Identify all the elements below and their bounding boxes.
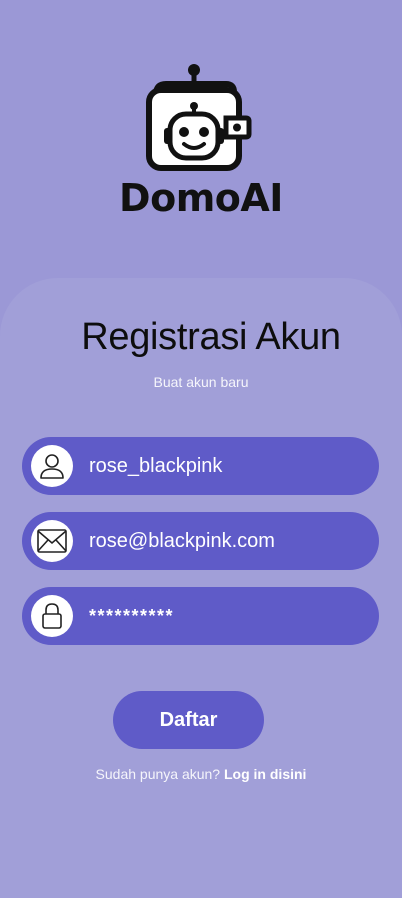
email-field[interactable]: rose@blackpink.com bbox=[22, 512, 379, 570]
email-value[interactable]: rose@blackpink.com bbox=[89, 530, 275, 553]
page-subtitle: Buat akun baru bbox=[153, 374, 249, 390]
lock-icon bbox=[31, 595, 73, 637]
register-button[interactable]: Daftar bbox=[113, 691, 264, 749]
robot-wallet-icon bbox=[146, 64, 252, 171]
app-name: DomoAI bbox=[119, 176, 283, 220]
login-prompt-text: Sudah punya akun? bbox=[95, 766, 221, 782]
page-title: Registrasi Akun bbox=[81, 316, 341, 358]
password-field[interactable]: ********** bbox=[22, 587, 379, 645]
username-field[interactable]: rose_blackpink bbox=[22, 437, 379, 495]
envelope-icon bbox=[31, 520, 73, 562]
app-logo: DomoAI bbox=[0, 62, 402, 220]
user-icon bbox=[31, 445, 73, 487]
username-value[interactable]: rose_blackpink bbox=[89, 455, 222, 478]
password-value[interactable]: ********** bbox=[89, 606, 174, 627]
login-prompt: Sudah punya akun? Log in disini bbox=[0, 766, 402, 782]
login-link[interactable]: Log in disini bbox=[224, 766, 306, 782]
